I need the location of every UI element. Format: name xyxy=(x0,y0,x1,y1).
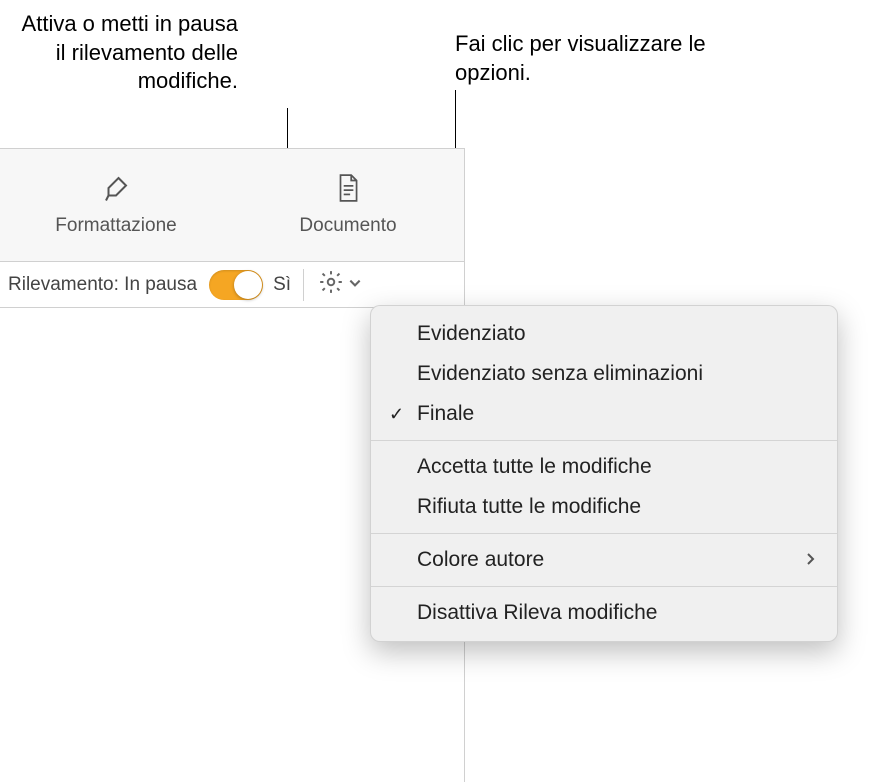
document-label: Documento xyxy=(299,215,396,237)
options-menu: Evidenziato Evidenziato senza eliminazio… xyxy=(370,305,838,642)
chevron-right-icon xyxy=(805,550,815,571)
toggle-knob xyxy=(234,271,262,299)
menu-item-label: Disattiva Rileva modifiche xyxy=(417,601,657,625)
menu-separator xyxy=(371,440,837,441)
menu-item-reject-all[interactable]: Rifiuta tutte le modifiche xyxy=(371,487,837,527)
tracking-status-label: Rilevamento: In pausa xyxy=(8,274,197,296)
tracking-toggle[interactable] xyxy=(209,270,263,300)
menu-item-label: Evidenziato senza eliminazioni xyxy=(417,362,703,386)
toolbar: Formattazione Documento xyxy=(0,149,464,262)
menu-item-label: Colore autore xyxy=(417,548,544,572)
menu-item-author-color[interactable]: Colore autore xyxy=(371,540,837,580)
format-button[interactable]: Formattazione xyxy=(0,149,232,261)
menu-item-highlighted-no-deletions[interactable]: Evidenziato senza eliminazioni xyxy=(371,354,837,394)
menu-item-accept-all[interactable]: Accetta tutte le modifiche xyxy=(371,447,837,487)
separator xyxy=(303,269,304,301)
tracking-on-label: Sì xyxy=(273,274,291,296)
menu-item-label: Finale xyxy=(417,402,474,426)
menu-separator xyxy=(371,533,837,534)
menu-item-label: Evidenziato xyxy=(417,322,526,346)
checkmark-icon: ✓ xyxy=(389,404,404,425)
menu-item-label: Rifiuta tutte le modifiche xyxy=(417,495,641,519)
document-icon xyxy=(335,173,361,209)
callout-toggle-tracking: Attiva o metti in pausa il rilevamento d… xyxy=(8,10,238,96)
options-dropdown[interactable] xyxy=(318,269,362,301)
menu-item-turn-off-tracking[interactable]: Disattiva Rileva modifiche xyxy=(371,593,837,633)
paintbrush-icon xyxy=(101,173,131,209)
menu-item-label: Accetta tutte le modifiche xyxy=(417,455,652,479)
chevron-down-icon xyxy=(348,274,362,296)
menu-separator xyxy=(371,586,837,587)
gear-icon xyxy=(318,269,344,301)
format-label: Formattazione xyxy=(55,215,176,237)
menu-item-highlighted[interactable]: Evidenziato xyxy=(371,314,837,354)
tracking-bar: Rilevamento: In pausa Sì xyxy=(0,262,464,308)
callout-options: Fai clic per visualizzare le opzioni. xyxy=(455,30,755,87)
document-button[interactable]: Documento xyxy=(232,149,464,261)
menu-item-final[interactable]: ✓ Finale xyxy=(371,394,837,434)
